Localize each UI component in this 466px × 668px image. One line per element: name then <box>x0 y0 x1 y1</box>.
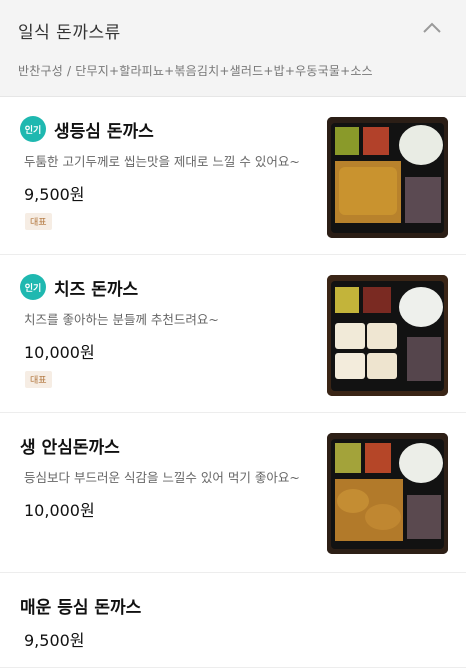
menu-item-name-row: 매운 등심 돈까스 <box>20 591 141 619</box>
menu-item-name: 생 안심돈까스 <box>20 437 120 458</box>
menu-item[interactable]: 인기 생등심 돈까스 두툼한 고기두께로 씹는맛을 제대로 느낄 수 있어요~ … <box>0 97 466 255</box>
menu-item-price: 9,500원 <box>24 185 85 204</box>
menu-item-name-row: 인기 치즈 돈까스 <box>20 273 138 301</box>
menu-item-name: 생등심 돈까스 <box>54 121 154 142</box>
section-description: 반찬구성 / 단무지+할라피뇨+볶음김치+샐러드+밥+우동국물+소스 <box>18 64 373 78</box>
signature-tag: 대표 <box>25 371 52 388</box>
menu-item-name: 매운 등심 돈까스 <box>20 597 142 618</box>
menu-item-image[interactable] <box>327 117 448 238</box>
menu-item-price: 10,000원 <box>24 501 95 520</box>
section-header[interactable]: 일식 돈까스류 반찬구성 / 단무지+할라피뇨+볶음김치+샐러드+밥+우동국물+… <box>0 0 466 97</box>
menu-item-description: 두툼한 고기두께로 씹는맛을 제대로 느낄 수 있어요~ <box>24 154 300 169</box>
chevron-up-icon[interactable] <box>420 16 444 40</box>
menu-item-image[interactable] <box>327 433 448 554</box>
menu-item[interactable]: 생 안심돈까스 등심보다 부드러운 식감을 느낄수 있어 먹기 좋아요~ 10,… <box>0 413 466 573</box>
signature-tag: 대표 <box>25 213 52 230</box>
section-title: 일식 돈까스류 <box>18 23 121 43</box>
menu-item-price: 9,500원 <box>24 631 85 650</box>
menu-item-image[interactable] <box>327 275 448 396</box>
menu-item-description: 치즈를 좋아하는 분들께 추천드려요~ <box>24 312 219 327</box>
menu-item-price: 10,000원 <box>24 343 95 362</box>
popular-badge: 인기 <box>20 274 46 300</box>
menu-item[interactable]: 매운 등심 돈까스 9,500원 <box>0 573 466 668</box>
menu-item-description: 등심보다 부드러운 식감을 느낄수 있어 먹기 좋아요~ <box>24 470 300 485</box>
menu-item-name-row: 생 안심돈까스 <box>20 431 120 459</box>
menu-item[interactable]: 인기 치즈 돈까스 치즈를 좋아하는 분들께 추천드려요~ 10,000원 대표 <box>0 255 466 413</box>
menu-item-name: 치즈 돈까스 <box>54 279 139 300</box>
popular-badge: 인기 <box>20 116 46 142</box>
menu-item-name-row: 인기 생등심 돈까스 <box>20 115 154 143</box>
